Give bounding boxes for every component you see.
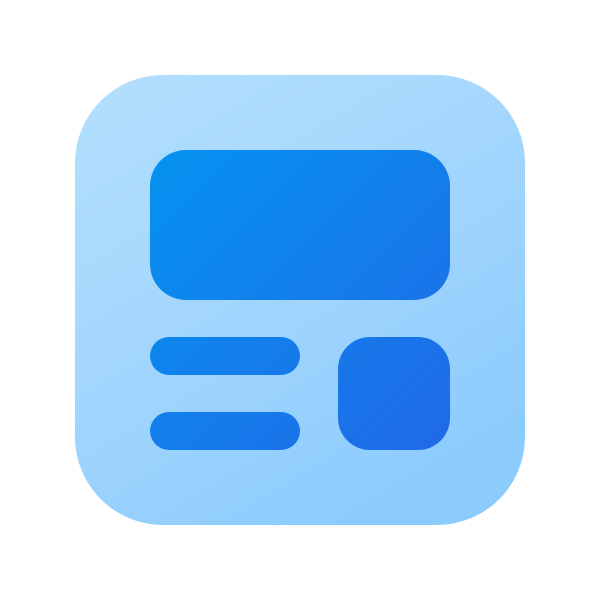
layout-dashboard-icon — [75, 75, 525, 525]
icon-canvas — [0, 0, 600, 600]
layout-line-bottom — [150, 412, 300, 450]
layout-header-block — [150, 150, 450, 300]
layout-line-top — [150, 337, 300, 375]
layout-square-block — [338, 337, 450, 450]
